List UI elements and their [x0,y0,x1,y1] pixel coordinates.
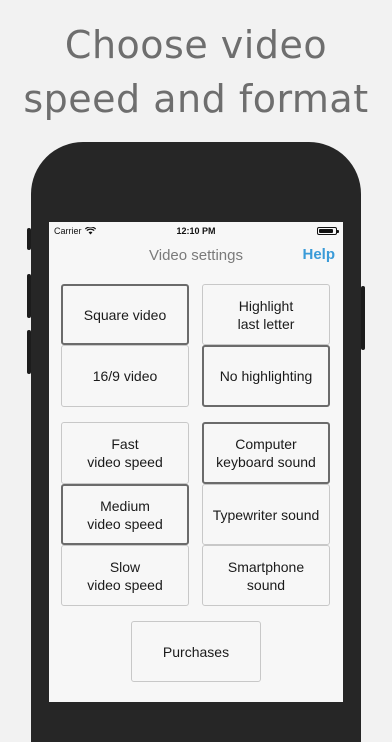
slow-speed-button[interactable]: Slow video speed [61,545,189,606]
phone-side-button-left-1 [27,228,31,250]
no-highlighting-button[interactable]: No highlighting [202,345,330,407]
promo-headline: Choose video speed and format [0,18,392,126]
fast-speed-button[interactable]: Fast video speed [61,422,189,484]
headline-line-1: Choose video [64,23,328,67]
status-time: 12:10 PM [176,226,216,236]
phone-side-button-right [361,286,365,350]
battery-level [319,229,334,233]
app-screen: Carrier 12:10 PM Video settings Help Squ… [49,222,343,702]
computer-keyboard-sound-button[interactable]: Computer keyboard sound [202,422,330,484]
wide-video-button[interactable]: 16/9 video [61,345,189,407]
typewriter-sound-button[interactable]: Typewriter sound [202,484,330,545]
page-title: Video settings [149,247,243,264]
headline-line-2: speed and format [23,77,369,121]
phone-side-button-left-2 [27,274,31,318]
status-bar: Carrier 12:10 PM [49,222,343,240]
square-video-button[interactable]: Square video [61,284,189,345]
purchases-button[interactable]: Purchases [131,621,261,682]
navigation-bar: Video settings Help [49,240,343,272]
phone-side-button-left-3 [27,330,31,374]
highlight-last-letter-button[interactable]: Highlight last letter [202,284,330,345]
medium-speed-button[interactable]: Medium video speed [61,484,189,545]
smartphone-sound-button[interactable]: Smartphone sound [202,545,330,606]
help-button[interactable]: Help [302,246,335,263]
battery-icon [317,227,339,235]
